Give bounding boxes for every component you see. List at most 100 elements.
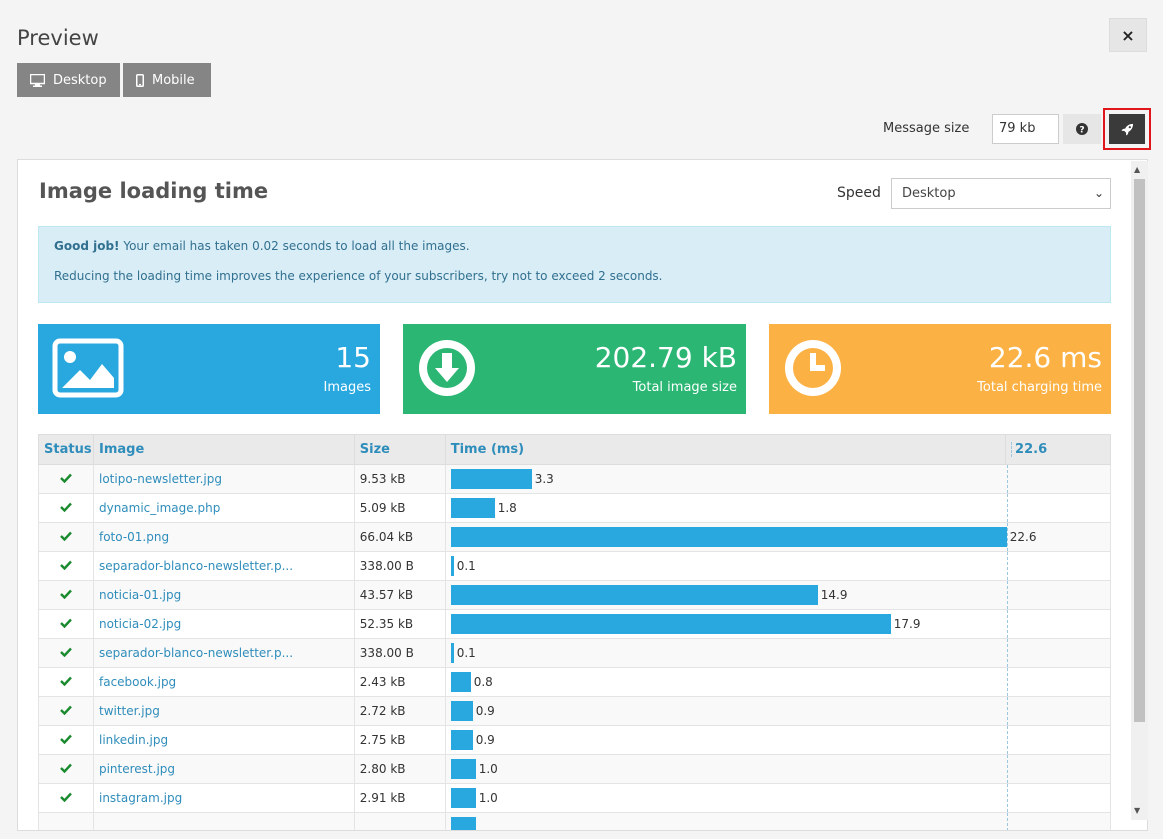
size-cell: 52.35 kB: [353, 609, 446, 639]
max-time-guide: [1006, 813, 1008, 830]
time-bar: [450, 469, 532, 489]
table-row: instagram.jpg 2.91 kB 1.0: [38, 783, 1112, 813]
header-image[interactable]: Image: [92, 434, 355, 465]
size-cell: 5.09 kB: [353, 493, 446, 523]
table-row: facebook.jpg 2.43 kB 0.8: [38, 667, 1112, 697]
image-cell: noticia-01.jpg: [92, 580, 355, 610]
time-value: 17.9: [893, 617, 921, 631]
time-cell: 0.9: [444, 725, 1112, 755]
table-header-row: Status Image Size Time (ms) 22.6: [38, 434, 1111, 465]
speed-select[interactable]: Desktop ⌄: [891, 178, 1111, 209]
image-link[interactable]: noticia-01.jpg: [99, 588, 181, 602]
mobile-view-label: Mobile: [152, 72, 195, 88]
table-row: [38, 812, 1112, 830]
image-link[interactable]: dynamic_image.php: [99, 501, 220, 515]
image-cell: facebook.jpg: [92, 667, 355, 697]
desktop-view-button[interactable]: Desktop: [17, 63, 120, 97]
time-bar: [450, 498, 495, 518]
stat-size: 202.79 kB Total image size: [403, 324, 746, 414]
time-cell: 1.8: [444, 493, 1112, 523]
check-icon: [60, 502, 72, 513]
status-cell: [38, 667, 94, 697]
image-loading-panel: Image loading time Speed Desktop ⌄ Good …: [17, 159, 1148, 831]
image-cell: instagram.jpg: [92, 783, 355, 813]
time-bar: [450, 759, 476, 779]
size-cell: 338.00 B: [353, 551, 446, 581]
speed-label: Speed: [837, 185, 881, 201]
time-bar: [450, 701, 473, 721]
size-cell: 2.80 kB: [353, 754, 446, 784]
image-link[interactable]: lotipo-newsletter.jpg: [99, 472, 222, 486]
time-bar: [450, 614, 891, 634]
status-cell: [38, 725, 94, 755]
image-link[interactable]: separador-blanco-newsletter.p...: [99, 559, 293, 573]
size-cell: 2.75 kB: [353, 725, 446, 755]
question-icon: ?: [1076, 123, 1088, 135]
size-cell: 2.91 kB: [353, 783, 446, 813]
time-bar: [450, 643, 454, 663]
image-link[interactable]: facebook.jpg: [99, 675, 176, 689]
image-link[interactable]: instagram.jpg: [99, 791, 182, 805]
time-bar: [450, 527, 1007, 547]
header-size[interactable]: Size: [353, 434, 446, 465]
rocket-icon: [1120, 123, 1133, 136]
status-cell: [38, 812, 94, 830]
image-link[interactable]: linkedin.jpg: [99, 733, 168, 747]
time-value: 1.8: [497, 501, 517, 515]
time-bar: [450, 672, 471, 692]
table-row: foto-01.png 66.04 kB 22.6: [38, 522, 1112, 552]
header-status[interactable]: Status: [38, 434, 94, 465]
time-bar: [450, 585, 818, 605]
size-cell: [353, 812, 446, 830]
header-time[interactable]: Time (ms): [444, 434, 1007, 465]
stat-images-value: 15: [335, 341, 371, 374]
max-time-guide: [1006, 523, 1008, 551]
image-link[interactable]: foto-01.png: [99, 530, 169, 544]
table-row: twitter.jpg 2.72 kB 0.9: [38, 696, 1112, 726]
highlight-frame: [1103, 108, 1151, 150]
check-icon: [60, 618, 72, 629]
time-value: 14.9: [820, 588, 848, 602]
chevron-down-icon: ⌄: [1093, 186, 1104, 200]
image-link[interactable]: twitter.jpg: [99, 704, 160, 718]
image-cell: separador-blanco-newsletter.p...: [92, 638, 355, 668]
check-icon: [60, 531, 72, 542]
time-cell: 3.3: [444, 464, 1112, 494]
max-time-guide: [1006, 465, 1008, 493]
image-link[interactable]: separador-blanco-newsletter.p...: [99, 646, 293, 660]
check-icon: [60, 705, 72, 716]
time-value: 0.1: [456, 559, 476, 573]
max-time-guide: [1006, 610, 1008, 638]
time-value: 3.3: [534, 472, 554, 486]
alert-line-2: Reducing the loading time improves the e…: [54, 269, 663, 283]
scroll-up-arrow-icon[interactable]: ▲: [1134, 165, 1140, 174]
close-button[interactable]: ×: [1109, 18, 1147, 52]
size-cell: 2.43 kB: [353, 667, 446, 697]
stat-time: 22.6 ms Total charging time: [769, 324, 1111, 414]
image-cell: noticia-02.jpg: [92, 609, 355, 639]
table-row: separador-blanco-newsletter.p... 338.00 B…: [38, 551, 1112, 581]
time-value: 0.9: [475, 704, 495, 718]
scrollbar-thumb[interactable]: [1134, 179, 1145, 722]
time-value: 0.8: [473, 675, 493, 689]
max-time-guide: [1006, 581, 1008, 609]
check-icon: [60, 734, 72, 745]
status-cell: [38, 551, 94, 581]
image-link[interactable]: pinterest.jpg: [99, 762, 175, 776]
time-value: 1.0: [478, 791, 498, 805]
image-cell: linkedin.jpg: [92, 725, 355, 755]
image-icon: [52, 338, 124, 398]
time-cell: 17.9: [444, 609, 1112, 639]
mobile-view-button[interactable]: Mobile: [123, 63, 211, 97]
desktop-view-label: Desktop: [53, 72, 107, 88]
loading-time-button[interactable]: [1109, 114, 1145, 144]
check-icon: [60, 560, 72, 571]
help-button[interactable]: ?: [1063, 114, 1101, 144]
scroll-down-arrow-icon[interactable]: ▼: [1134, 806, 1140, 815]
clock-icon: [785, 340, 841, 396]
table-row: separador-blanco-newsletter.p... 338.00 B…: [38, 638, 1112, 668]
time-value: 0.1: [456, 646, 476, 660]
download-icon: [419, 340, 475, 396]
close-icon: ×: [1121, 25, 1135, 45]
image-link[interactable]: noticia-02.jpg: [99, 617, 181, 631]
